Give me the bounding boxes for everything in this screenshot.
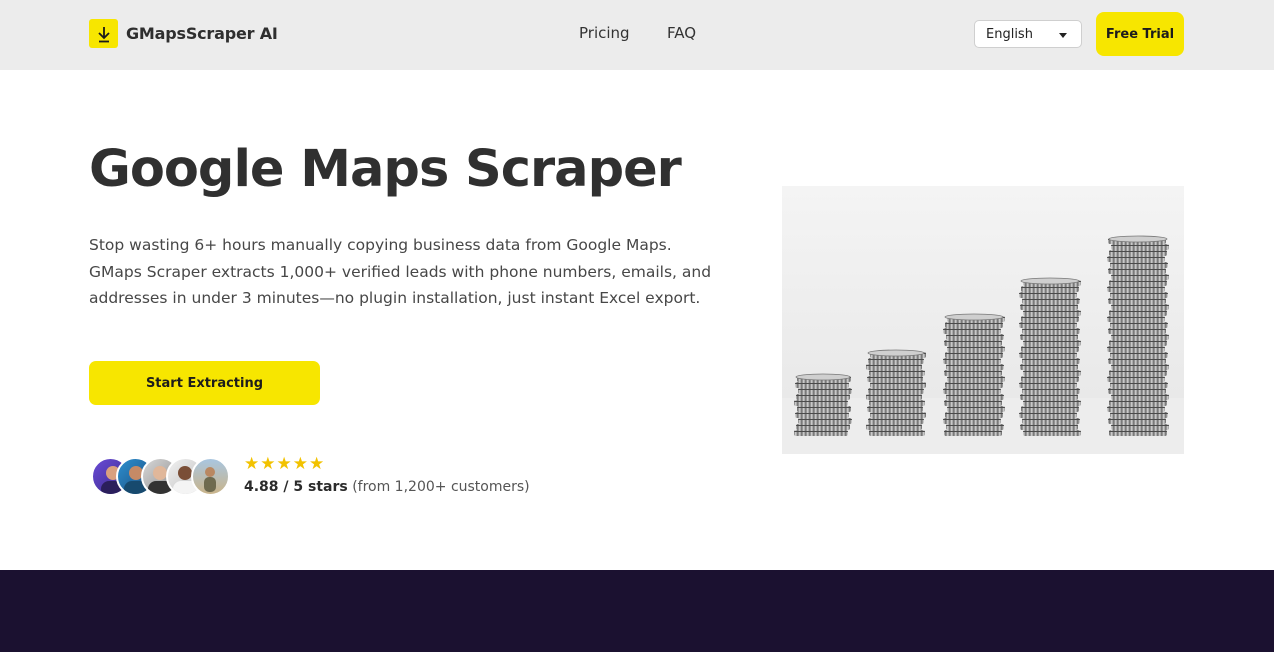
start-extracting-button[interactable]: Start Extracting	[89, 361, 320, 405]
download-arrow-icon	[89, 19, 118, 48]
rating-score: 4.88 / 5 stars	[244, 479, 348, 495]
page-title: Google Maps Scraper	[89, 140, 682, 199]
brand-name: GMapsScraper AI	[126, 24, 278, 43]
customer-avatars	[91, 457, 236, 496]
rating-text: 4.88 / 5 stars (from 1,200+ customers)	[244, 479, 530, 495]
coin-stack	[1107, 235, 1169, 436]
star-icon: ★	[292, 454, 308, 474]
star-icon: ★	[260, 454, 276, 474]
site-header: GMapsScraper AI Pricing FAQ English Free…	[0, 0, 1274, 70]
rating-stars: ★ ★ ★ ★ ★	[244, 455, 325, 473]
coin-stack	[866, 349, 926, 436]
coin-stack	[943, 313, 1005, 436]
star-icon: ★	[276, 454, 292, 474]
nav-faq-link[interactable]: FAQ	[667, 24, 696, 42]
coin-stacks-image	[782, 186, 1184, 454]
nav-pricing-link[interactable]: Pricing	[579, 24, 630, 42]
dark-section	[0, 570, 1274, 652]
brand-logo[interactable]: GMapsScraper AI	[89, 19, 278, 48]
language-select-value: English	[986, 27, 1033, 42]
coin-stack	[794, 373, 852, 436]
caret-down-icon	[1059, 33, 1067, 38]
star-icon: ★	[309, 454, 325, 474]
avatar	[191, 457, 230, 496]
language-select[interactable]: English	[974, 20, 1082, 48]
coin-stack	[1019, 277, 1081, 436]
hero-description: Stop wasting 6+ hours manually copying b…	[89, 236, 712, 307]
free-trial-button[interactable]: Free Trial	[1096, 12, 1184, 56]
star-icon: ★	[244, 454, 260, 474]
rating-note: (from 1,200+ customers)	[352, 479, 530, 495]
